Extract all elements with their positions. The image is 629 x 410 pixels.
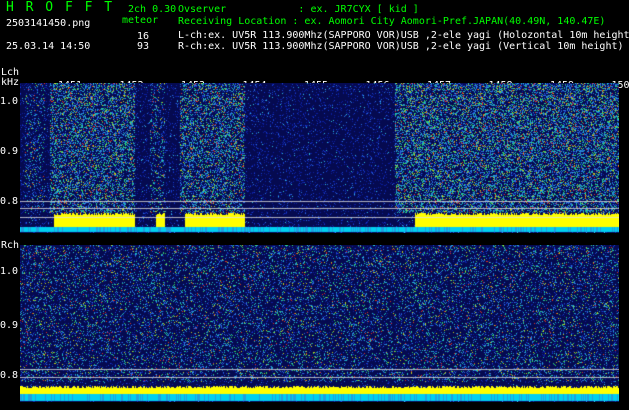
rch-ytick-2: 0.9 [0, 320, 19, 331]
rch-label: Rch [1, 240, 20, 251]
meteor-label: meteor [122, 15, 159, 26]
khz-label: kHz [1, 77, 20, 88]
lch-ytick-1: 1.0 [0, 96, 19, 107]
rch-ytick-1: 1.0 [0, 266, 19, 277]
rch-info: R-ch:ex. UV5R 113.900Mhz(SAPPORO VOR)USB… [178, 41, 624, 52]
version-label: 2ch 0.30 [128, 4, 177, 15]
rch-meteor-count: 93 [137, 41, 150, 52]
location-info: Receiving Location : ex. Aomori City Aom… [178, 16, 606, 27]
lch-ytick-3: 0.8 [0, 196, 19, 207]
observer-info: Ovserver : ex. JR7CYX [ kid ] [178, 4, 419, 15]
lch-ytick-2: 0.9 [0, 146, 19, 157]
rch-ytick-3: 0.8 [0, 370, 19, 381]
lch-info: L-ch:ex. UV5R 113.900Mhz(SAPPORO VOR)USB… [178, 30, 629, 41]
lch-spectrogram [20, 83, 619, 233]
file-name: 2503141450.png [6, 18, 91, 29]
timestamp: 25.03.14 14:50 [6, 41, 91, 52]
rch-spectrogram [20, 245, 619, 402]
app-logo: H R O F F T [6, 0, 115, 15]
